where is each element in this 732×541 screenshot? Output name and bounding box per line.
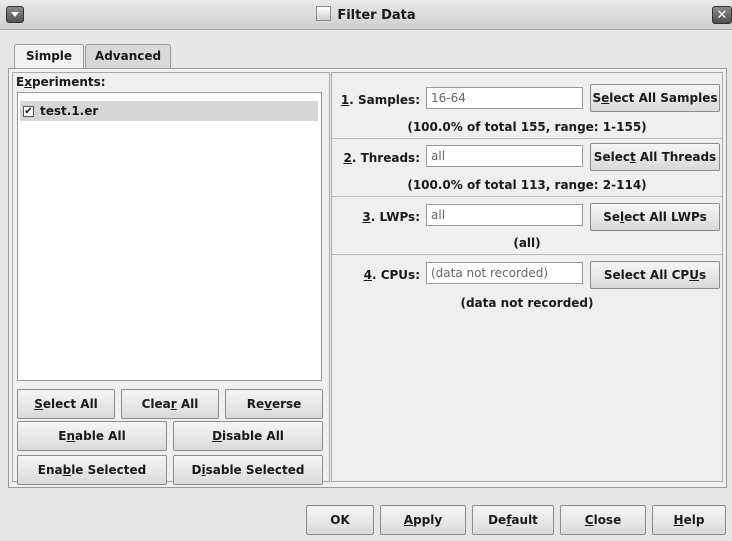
experiments-heading: Experiments: <box>16 75 106 89</box>
cpus-input[interactable]: (data not recorded) <box>426 262 583 284</box>
clear-all-button[interactable]: Clear All <box>121 389 219 419</box>
tab-advanced[interactable]: Advanced <box>85 44 171 68</box>
lwps-input[interactable]: all <box>426 204 583 226</box>
divider <box>332 138 722 139</box>
window-title-text: Filter Data <box>337 8 416 23</box>
help-button[interactable]: Help <box>652 505 726 535</box>
divider <box>332 196 722 197</box>
filter-icon <box>316 6 332 21</box>
samples-input[interactable]: 16-64 <box>426 87 583 109</box>
reverse-button[interactable]: Reverse <box>225 389 323 419</box>
enable-selected-button[interactable]: Enable Selected <box>17 455 167 485</box>
ok-button[interactable]: OK <box>306 505 374 535</box>
tab-simple[interactable]: Simple <box>14 44 84 69</box>
lwps-label: 3. LWPs: <box>362 210 420 224</box>
samples-summary: (100.0% of total 155, range: 1-155) <box>407 120 647 134</box>
tab-simple-label: Simple <box>25 49 73 63</box>
divider <box>332 254 722 255</box>
select-all-samples-button[interactable]: Select All Samples <box>590 84 720 112</box>
select-all-threads-button[interactable]: Select All Threads <box>590 143 720 171</box>
experiments-list[interactable] <box>17 92 322 381</box>
default-button[interactable]: Default <box>472 505 554 535</box>
threads-input[interactable]: all <box>426 145 583 167</box>
experiment-label: test.1.er <box>40 104 99 118</box>
cpus-summary: (data not recorded) <box>460 296 594 310</box>
lwps-summary: (all) <box>513 236 541 250</box>
select-all-button[interactable]: Select All <box>17 389 115 419</box>
tab-advanced-label: Advanced <box>94 49 162 63</box>
close-icon[interactable]: ✕ <box>712 6 732 24</box>
close-button[interactable]: Close <box>560 505 646 535</box>
select-all-cpus-button[interactable]: Select All CPUs <box>590 261 720 289</box>
disable-selected-button[interactable]: Disable Selected <box>173 455 323 485</box>
checkbox-checked-icon[interactable]: ✔ <box>23 106 34 117</box>
enable-all-button[interactable]: Enable All <box>17 421 167 451</box>
apply-button[interactable]: Apply <box>380 505 466 535</box>
disable-all-button[interactable]: Disable All <box>173 421 323 451</box>
samples-label: 1. Samples: <box>340 93 420 107</box>
window-title: Filter Data <box>0 6 732 23</box>
threads-summary: (100.0% of total 113, range: 2-114) <box>407 178 647 192</box>
select-all-lwps-button[interactable]: Select All LWPs <box>590 203 720 231</box>
cpus-label: 4. CPUs: <box>363 268 420 282</box>
threads-label: 2. Threads: <box>343 151 420 165</box>
